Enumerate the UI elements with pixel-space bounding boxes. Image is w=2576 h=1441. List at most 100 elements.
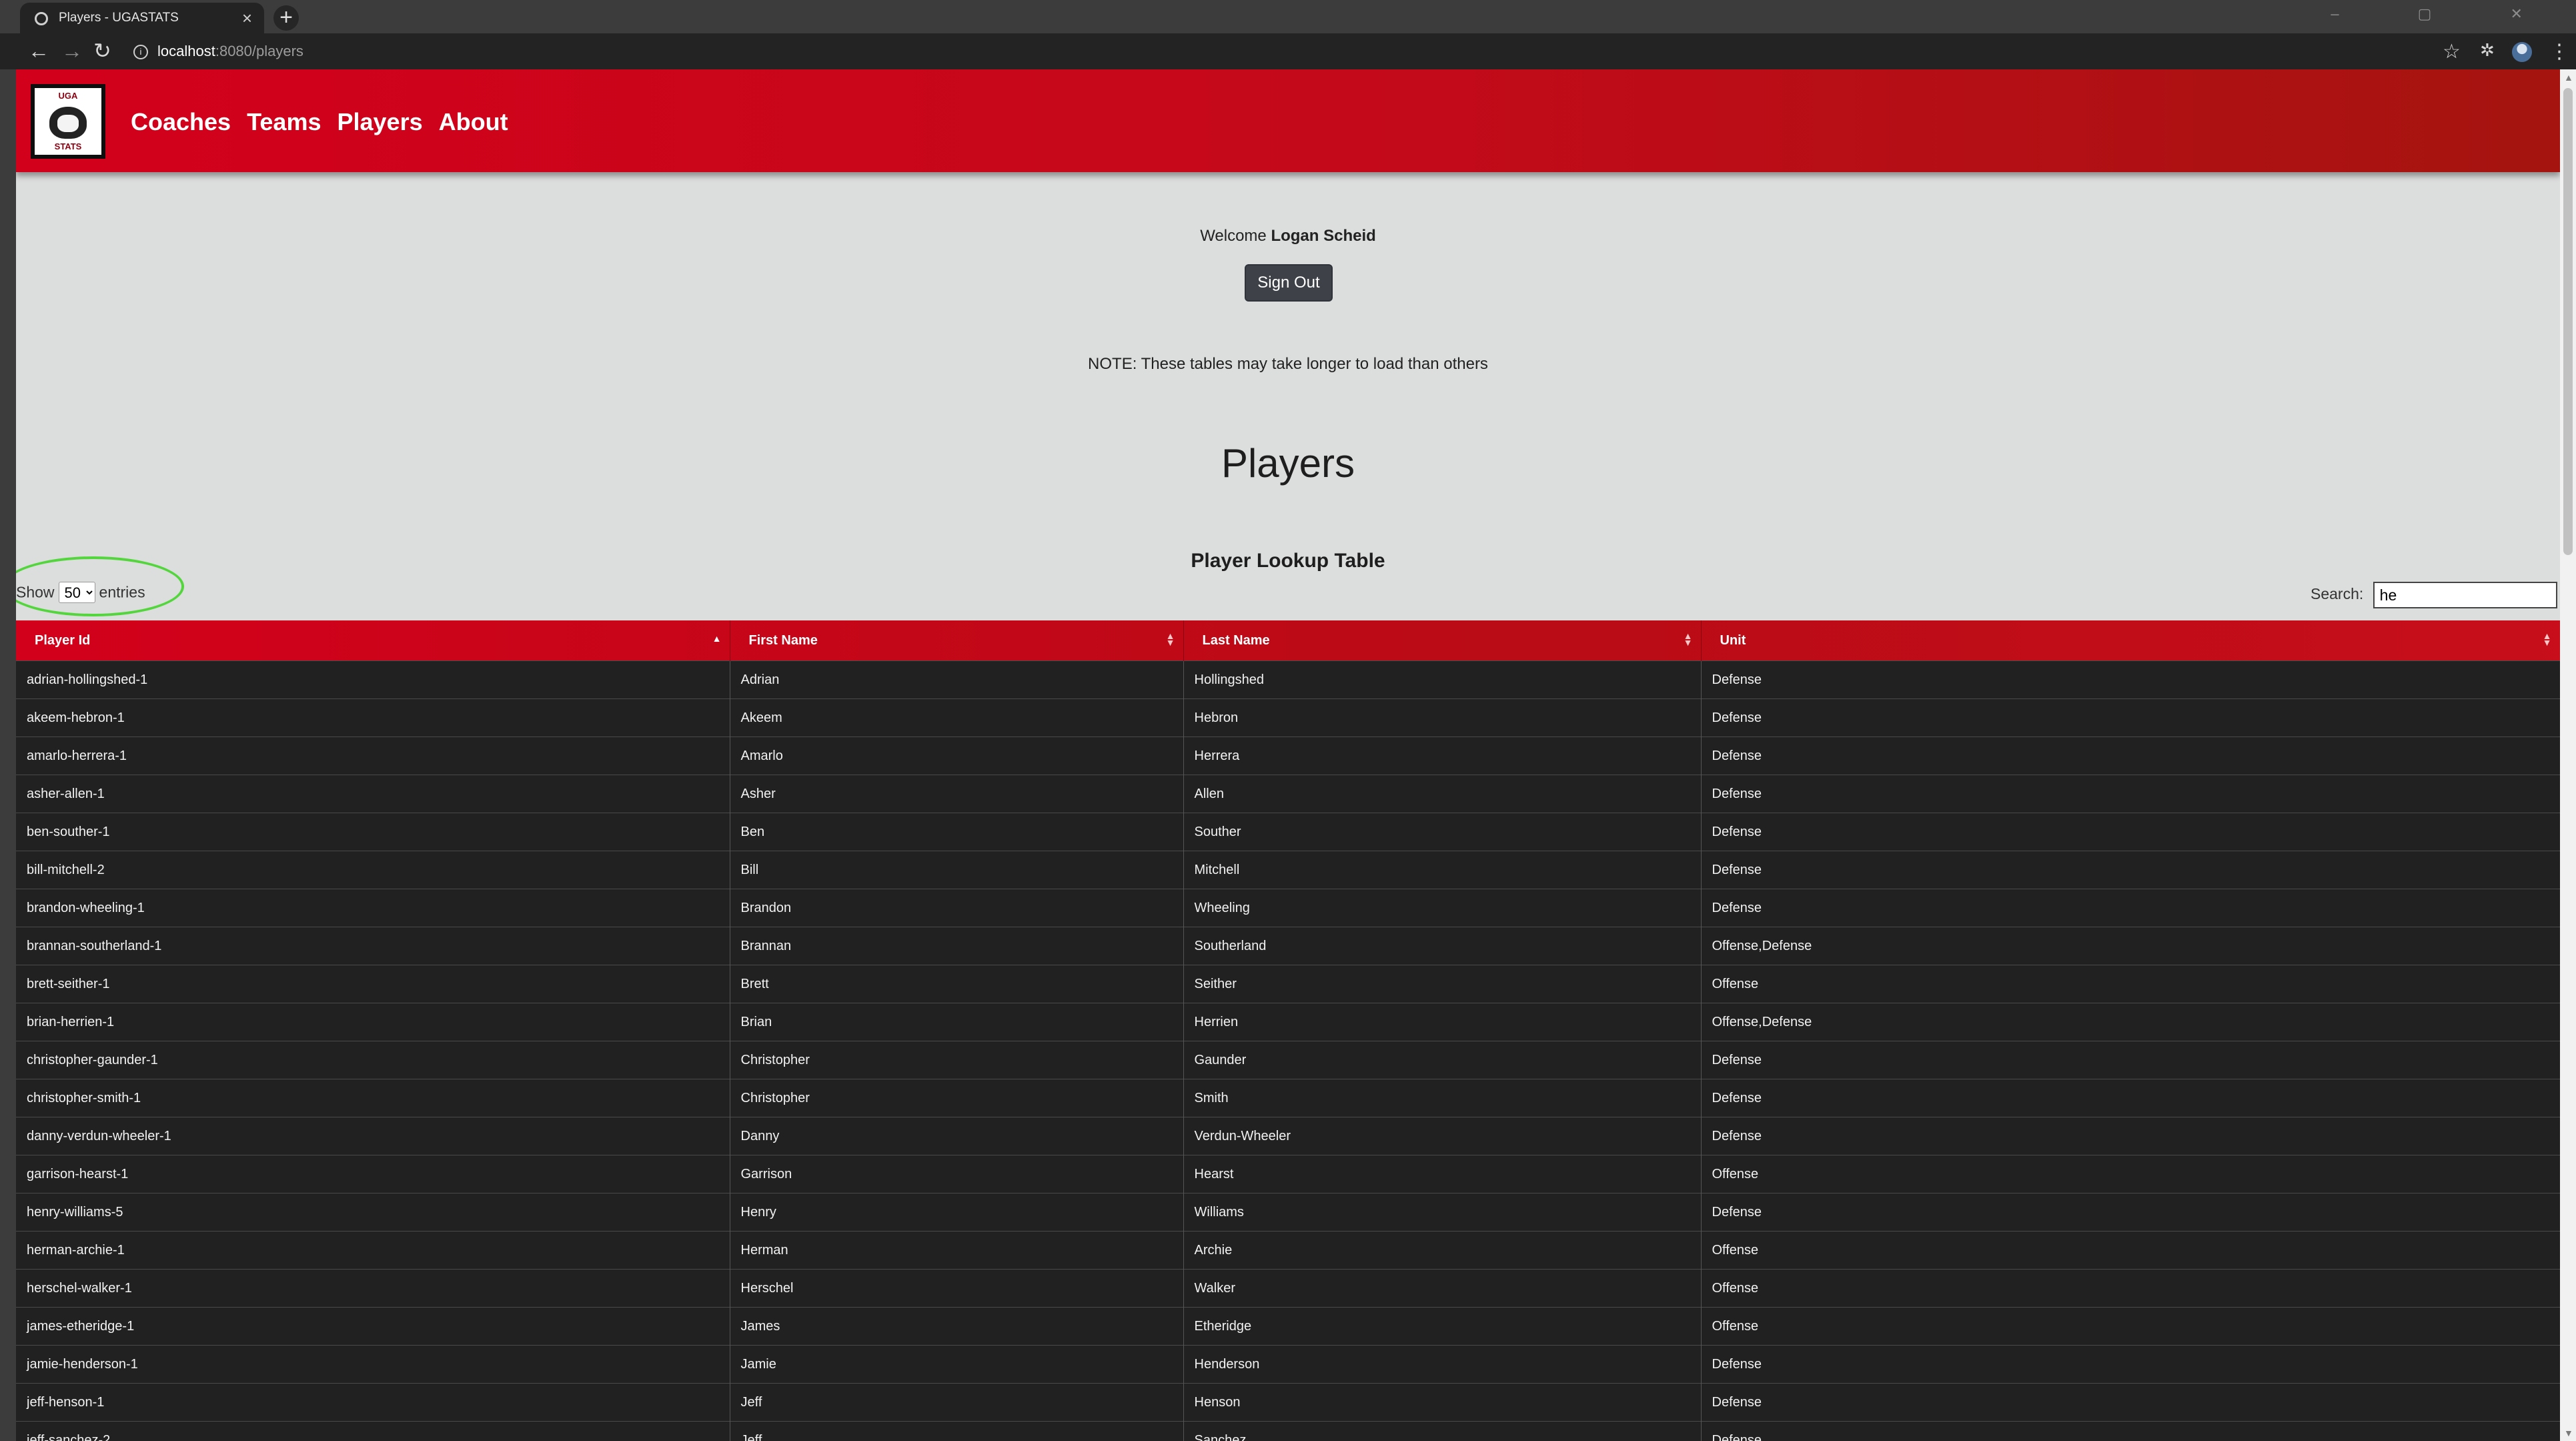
page-scrollbar[interactable]: ▲ ▼	[2560, 69, 2576, 1441]
cell-last-name: Souther	[1183, 813, 1702, 851]
cell-first-name: Jeff	[730, 1421, 1184, 1441]
welcome-message: Welcome Logan Scheid	[16, 227, 2560, 246]
nav-link-teams[interactable]: Teams	[247, 108, 321, 136]
table-row[interactable]: adrian-hollingshed-1 Adrian Hollingshed Def…	[16, 660, 2560, 699]
cell-unit: Offense	[1701, 1155, 2560, 1193]
window-controls[interactable]: – ▢ ✕	[2331, 5, 2560, 23]
cell-unit: Defense	[1701, 660, 2560, 699]
page-viewport: UGA STATS Coaches Teams Players About We…	[16, 69, 2560, 1441]
column-header-player-id[interactable]: Player Id ▲	[16, 620, 730, 661]
cell-last-name: Williams	[1183, 1193, 1702, 1232]
scroll-up-arrow-icon[interactable]: ▲	[2564, 72, 2573, 83]
sort-ascending-icon: ▲	[712, 633, 722, 644]
profile-avatar[interactable]	[2512, 42, 2532, 62]
cell-first-name: Herschel	[730, 1269, 1184, 1308]
table-row[interactable]: brian-herrien-1 Brian Herrien Offense,Defen…	[16, 1003, 2560, 1041]
cell-first-name: Amarlo	[730, 737, 1184, 775]
welcome-user-name: Logan Scheid	[1271, 227, 1376, 245]
cell-first-name: Jeff	[730, 1383, 1184, 1422]
cell-unit: Defense	[1701, 813, 2560, 851]
column-header-first-name[interactable]: First Name ▲ ▼	[730, 620, 1184, 661]
cell-first-name: Christopher	[730, 1041, 1184, 1079]
reload-icon[interactable]: ↻	[93, 39, 111, 63]
cell-unit: Defense	[1701, 889, 2560, 927]
search-input[interactable]	[2373, 582, 2557, 608]
scrollbar-thumb[interactable]	[2563, 88, 2573, 555]
table-row[interactable]: danny-verdun-wheeler-1 Danny Verdun-Wheele…	[16, 1117, 2560, 1155]
site-info-icon[interactable]: i	[133, 45, 148, 59]
cell-last-name: Seither	[1183, 965, 1702, 1003]
cell-first-name: Asher	[730, 775, 1184, 813]
cell-player-id: jeff-sanchez-2	[16, 1421, 730, 1441]
table-row[interactable]: christopher-smith-1 Christopher Smith Defen…	[16, 1079, 2560, 1117]
table-row[interactable]: brandon-wheeling-1 Brandon Wheeling Defense	[16, 889, 2560, 927]
cell-player-id: henry-williams-5	[16, 1193, 730, 1232]
table-row[interactable]: jeff-sanchez-2 Jeff Sanchez Defense	[16, 1421, 2560, 1441]
table-row[interactable]: amarlo-herrera-1 Amarlo Herrera Defense	[16, 737, 2560, 775]
sign-out-button[interactable]: Sign Out	[1245, 264, 1333, 302]
table-row[interactable]: ben-souther-1 Ben Souther Defense	[16, 813, 2560, 851]
table-row[interactable]: james-etheridge-1 James Etheridge Offense	[16, 1307, 2560, 1346]
table-row[interactable]: herschel-walker-1 Herschel Walker Offense	[16, 1269, 2560, 1308]
back-arrow-icon[interactable]: ←	[28, 39, 49, 63]
menu-kebab-icon[interactable]: ⋮	[2549, 40, 2569, 63]
scroll-down-arrow-icon[interactable]: ▼	[2564, 1428, 2573, 1438]
cell-first-name: Henry	[730, 1193, 1184, 1232]
cell-first-name: Jamie	[730, 1345, 1184, 1384]
column-label: Unit	[1720, 632, 1746, 648]
bookmark-star-icon[interactable]: ☆	[2443, 40, 2461, 63]
browser-tab-players[interactable]: Players - UGASTATS ×	[20, 3, 264, 33]
cell-last-name: Walker	[1183, 1269, 1702, 1308]
cell-last-name: Smith	[1183, 1079, 1702, 1117]
cell-player-id: ben-souther-1	[16, 813, 730, 851]
player-lookup-table: Player Id ▲ First Name ▲ ▼ Last Name ▲ ▼ Unit…	[16, 620, 2560, 1441]
table-row[interactable]: asher-allen-1 Asher Allen Defense	[16, 775, 2560, 813]
table-row[interactable]: brett-seither-1 Brett Seither Offense	[16, 965, 2560, 1003]
nav-link-coaches[interactable]: Coaches	[131, 108, 231, 136]
cell-first-name: Brannan	[730, 927, 1184, 965]
column-header-last-name[interactable]: Last Name ▲ ▼	[1183, 620, 1702, 661]
cell-first-name: Garrison	[730, 1155, 1184, 1193]
table-row[interactable]: christopher-gaunder-1 Christopher Gaunder D…	[16, 1041, 2560, 1079]
cell-last-name: Etheridge	[1183, 1307, 1702, 1346]
browser-toolbar: ← → ↻ i localhost:8080/players ☆ ✲ ⋮	[0, 33, 2576, 69]
table-row[interactable]: jamie-henderson-1 Jamie Henderson Defense	[16, 1345, 2560, 1384]
table-row[interactable]: garrison-hearst-1 Garrison Hearst Offense	[16, 1155, 2560, 1193]
table-row[interactable]: herman-archie-1 Herman Archie Offense	[16, 1231, 2560, 1270]
url-path: :8080/players	[215, 43, 303, 59]
cell-unit: Defense	[1701, 1383, 2560, 1422]
cell-last-name: Henson	[1183, 1383, 1702, 1422]
table-row[interactable]: akeem-hebron-1 Akeem Hebron Defense	[16, 698, 2560, 737]
search-label: Search:	[2311, 585, 2364, 603]
load-time-note: NOTE: These tables may take longer to lo…	[1088, 355, 1488, 373]
extensions-icon[interactable]: ✲	[2480, 40, 2495, 61]
cell-player-id: brannan-southerland-1	[16, 927, 730, 965]
cell-player-id: jamie-henderson-1	[16, 1345, 730, 1384]
cell-unit: Defense	[1701, 698, 2560, 737]
address-bar[interactable]: i localhost:8080/players	[133, 43, 303, 60]
cell-last-name: Allen	[1183, 775, 1702, 813]
ugastats-logo[interactable]: UGA STATS	[31, 84, 105, 159]
cell-player-id: christopher-gaunder-1	[16, 1041, 730, 1079]
cell-last-name: Herrien	[1183, 1003, 1702, 1041]
sort-icon: ▲ ▼	[1165, 630, 1175, 648]
table-row[interactable]: brannan-southerland-1 Brannan Southerland O…	[16, 927, 2560, 965]
column-header-unit[interactable]: Unit ▲ ▼	[1701, 620, 2560, 661]
close-tab-icon[interactable]: ×	[242, 8, 252, 29]
nav-link-players[interactable]: Players	[337, 108, 422, 136]
table-row[interactable]: henry-williams-5 Henry Williams Defense	[16, 1193, 2560, 1232]
cell-last-name: Archie	[1183, 1231, 1702, 1270]
table-row[interactable]: jeff-henson-1 Jeff Henson Defense	[16, 1383, 2560, 1422]
cell-unit: Defense	[1701, 1421, 2560, 1441]
nav-link-about[interactable]: About	[439, 108, 508, 136]
table-row[interactable]: bill-mitchell-2 Bill Mitchell Defense	[16, 851, 2560, 889]
url-host: localhost	[157, 43, 215, 59]
new-tab-button[interactable]: +	[273, 5, 299, 31]
welcome-prefix: Welcome	[1200, 227, 1267, 245]
cell-player-id: akeem-hebron-1	[16, 698, 730, 737]
cell-player-id: christopher-smith-1	[16, 1079, 730, 1117]
forward-arrow-icon[interactable]: →	[61, 39, 83, 63]
logo-text-top: UGA	[58, 91, 78, 101]
cell-last-name: Gaunder	[1183, 1041, 1702, 1079]
cell-player-id: brandon-wheeling-1	[16, 889, 730, 927]
